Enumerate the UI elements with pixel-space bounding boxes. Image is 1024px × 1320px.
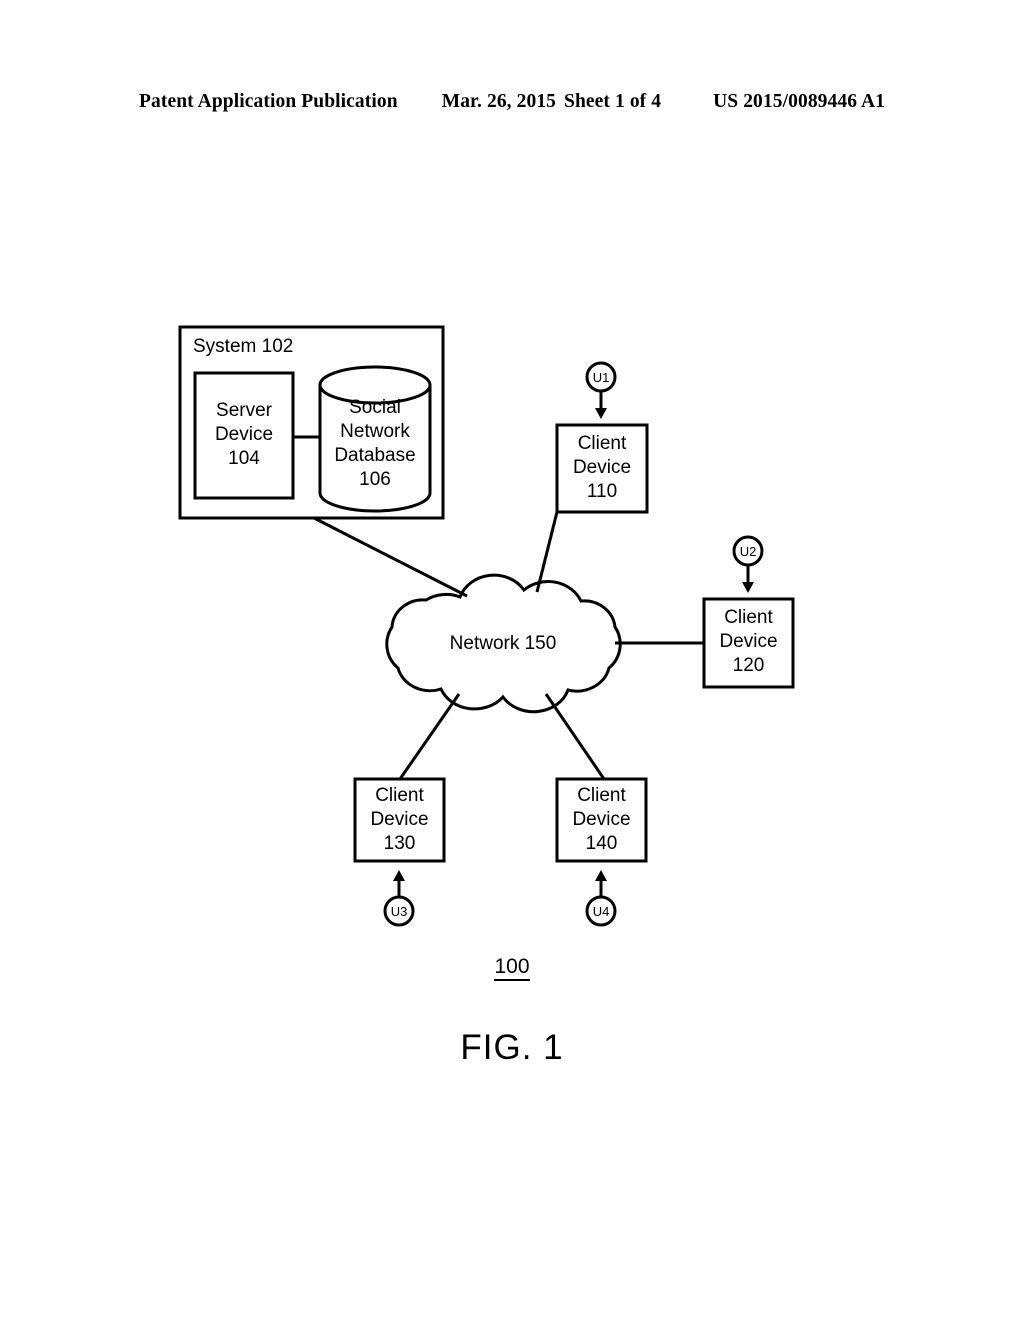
- link-network-to-client140-segment: [544, 693, 606, 780]
- figure-reference-number-text: 100: [494, 955, 530, 981]
- link-network-to-client130-segment: [398, 693, 461, 780]
- client-device-120-label: Client Device 120: [719, 607, 778, 676]
- figure-reference-number: 100: [0, 955, 1024, 981]
- figure-caption: FIG. 1: [460, 1028, 564, 1067]
- figure-vector-layer: [178, 325, 795, 927]
- arrow-u3-head: [393, 870, 405, 881]
- database-label: Social Network Database 106: [334, 397, 416, 490]
- figure-1-diagram: System 102 Server Device 104 Social Netw…: [0, 0, 1024, 1320]
- user-u1-label: U1: [592, 370, 610, 385]
- arrow-u1-head: [595, 408, 607, 419]
- network-label: Network 150: [449, 633, 557, 654]
- user-u2-label: U2: [739, 544, 757, 559]
- client-device-130-label: Client Device 130: [370, 785, 429, 854]
- system-box-title: System 102: [193, 336, 294, 357]
- arrow-u2-head: [742, 582, 754, 593]
- client-device-140-label: Client Device 140: [572, 785, 631, 854]
- arrow-u4-head: [595, 870, 607, 881]
- user-u3-label: U3: [390, 904, 408, 919]
- server-device-label: Server Device 104: [214, 400, 274, 469]
- user-u4-label: U4: [592, 904, 610, 919]
- client-device-110-label: Client Device 110: [572, 433, 632, 502]
- link-system-to-network: [313, 516, 468, 598]
